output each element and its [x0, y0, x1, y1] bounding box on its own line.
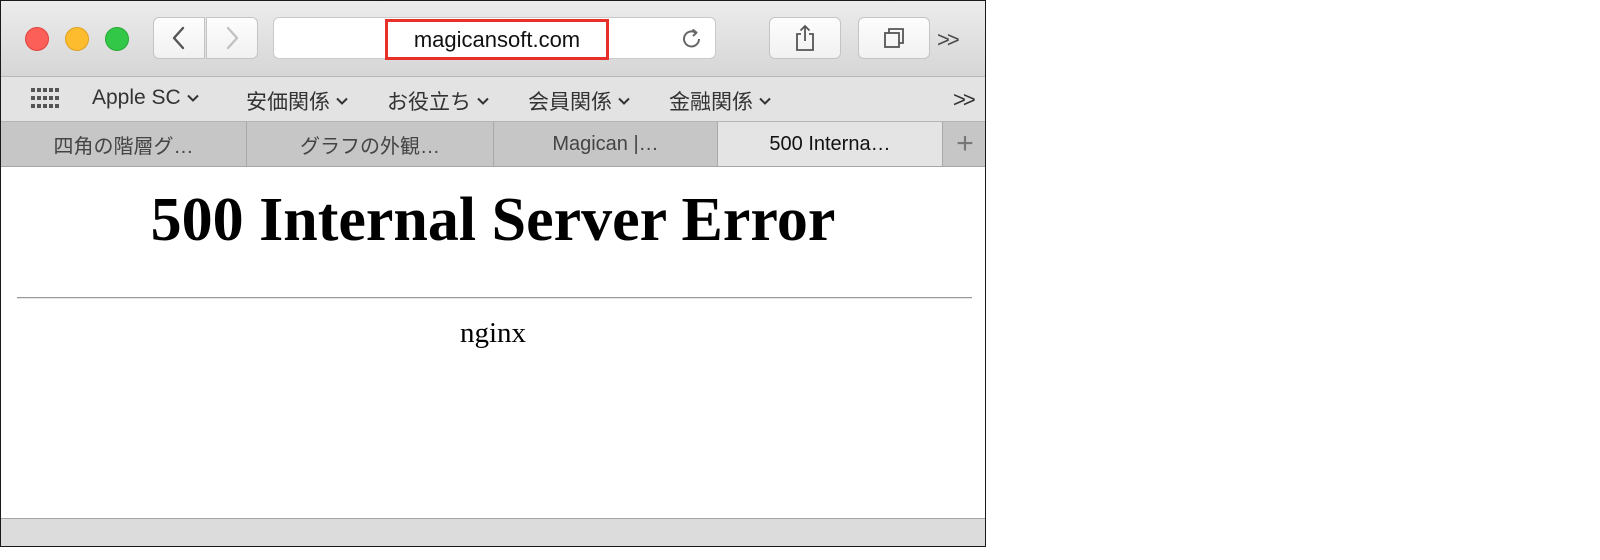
- share-button[interactable]: [769, 17, 841, 59]
- server-name: nginx: [459, 317, 527, 349]
- chevron-down-icon: [336, 97, 348, 105]
- bookmarks-grid-icon[interactable]: [31, 88, 59, 108]
- bookmark-folder[interactable]: お役立ち: [387, 86, 490, 116]
- bookmark-folder-label: 安価関係: [246, 91, 330, 114]
- page-content: 500 Internal Server Error nginx: [1, 167, 985, 518]
- chevron-down-icon: [187, 94, 199, 102]
- forward-button[interactable]: [206, 17, 258, 59]
- bookmark-folder-label: 金融関係: [669, 91, 753, 114]
- minimize-icon[interactable]: [65, 27, 89, 51]
- chevron-down-icon: [759, 97, 771, 105]
- url-text: magicansoft.com: [413, 26, 581, 52]
- back-button[interactable]: [153, 17, 205, 59]
- url-highlight[interactable]: magicansoft.com: [385, 19, 609, 60]
- add-tab-icon[interactable]: +: [943, 122, 985, 166]
- bookmark-folder[interactable]: 会員関係: [528, 86, 631, 116]
- bookmark-folder-label: 会員関係: [528, 91, 612, 114]
- tab-label: グラフの外観…: [300, 135, 440, 158]
- close-icon[interactable]: [25, 27, 49, 51]
- tab[interactable]: 四角の階層グ…: [1, 122, 247, 166]
- tab-label: Magican |…: [552, 132, 659, 155]
- tab-label: 四角の階層グ…: [53, 135, 194, 158]
- browser-window: magicansoft.com >> Apple SC 安価関係 お役立ち 会員…: [0, 0, 986, 547]
- divider: [17, 297, 972, 299]
- bookmark-folder-label: Apple SC: [92, 86, 181, 109]
- bookmark-folder[interactable]: 安価関係: [246, 86, 349, 116]
- tab-bar: 四角の階層グ… グラフの外観… Magican |… 500 Interna… …: [1, 122, 985, 167]
- reload-icon[interactable]: [679, 26, 705, 52]
- toolbar-overflow-button[interactable]: >>: [937, 27, 960, 53]
- chevron-right-icon: [226, 26, 239, 50]
- zoom-icon[interactable]: [105, 27, 129, 51]
- status-bar: [1, 518, 985, 546]
- tab-active[interactable]: 500 Interna…: [718, 122, 943, 166]
- chevron-down-icon: [618, 97, 630, 105]
- bookmarks-overflow-button[interactable]: >>: [953, 87, 976, 113]
- tab-label: 500 Interna…: [769, 132, 891, 155]
- tab[interactable]: Magican |…: [494, 122, 718, 166]
- tabs-overview-button[interactable]: [858, 17, 930, 59]
- address-bar[interactable]: magicansoft.com: [273, 17, 716, 60]
- chevron-down-icon: [477, 97, 489, 105]
- share-icon: [796, 24, 814, 51]
- toolbar: magicansoft.com >>: [1, 1, 985, 77]
- bookmark-folder[interactable]: 金融関係: [669, 86, 772, 116]
- page-title: 500 Internal Server Error: [150, 186, 836, 254]
- bookmark-folder-label: お役立ち: [387, 91, 471, 114]
- chevron-left-icon: [172, 26, 185, 50]
- bookmark-folder[interactable]: Apple SC: [92, 86, 200, 110]
- bookmarks-bar: Apple SC 安価関係 お役立ち 会員関係 金融関係 >>: [1, 77, 985, 122]
- tabs-overview-icon: [884, 28, 904, 48]
- tab[interactable]: グラフの外観…: [247, 122, 494, 166]
